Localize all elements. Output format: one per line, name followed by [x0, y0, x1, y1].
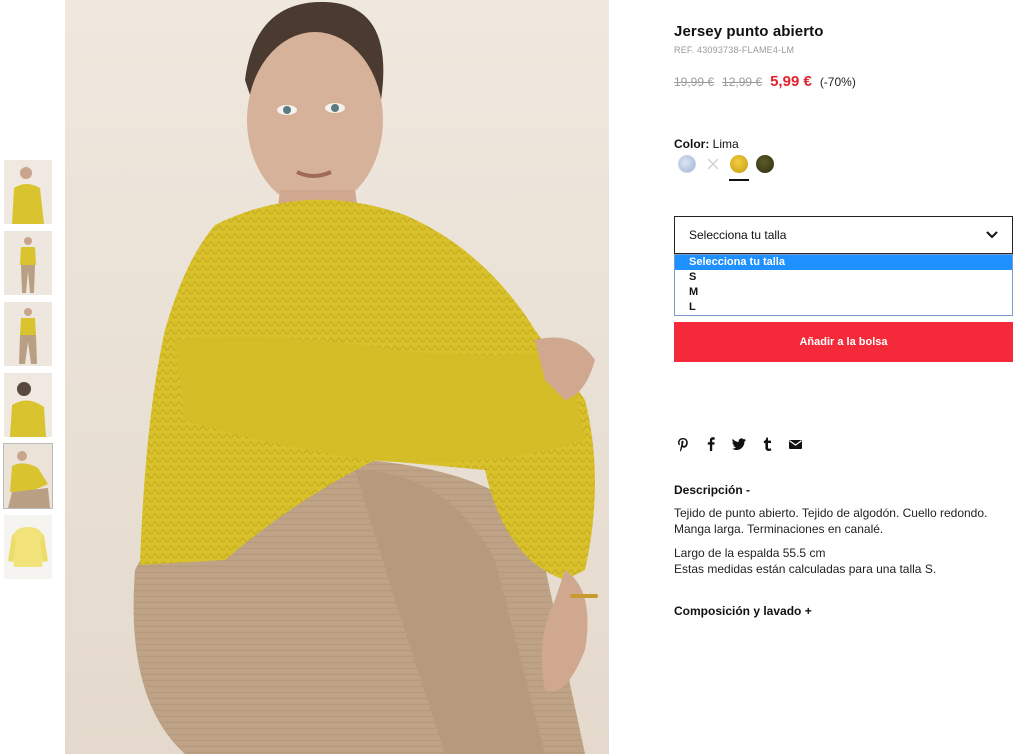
original-price: 19,99 €	[674, 75, 715, 89]
tumblr-icon[interactable]	[760, 436, 774, 452]
thumbnail-gallery	[3, 160, 53, 586]
composition-heading[interactable]: Composición y lavado +	[674, 604, 812, 618]
size-option-s[interactable]: S	[675, 270, 1012, 285]
color-label-title: Color:	[674, 137, 710, 151]
swatch-olive[interactable]	[756, 155, 774, 173]
description-paragraph-1: Tejido de punto abierto. Tejido de algod…	[674, 506, 1014, 537]
size-option-m[interactable]: M	[675, 285, 1012, 300]
price-block: 19,99 € 12,99 € 5,99 € (-70%)	[674, 73, 856, 90]
email-icon[interactable]	[788, 436, 802, 452]
description-line: Manga larga. Terminaciones en canalé.	[674, 521, 884, 536]
pinterest-icon[interactable]	[676, 436, 690, 452]
thumbnail-5[interactable]	[3, 443, 53, 509]
size-select[interactable]: Selecciona tu talla	[674, 216, 1013, 254]
size-dropdown-list: Selecciona tu talla S M L	[674, 254, 1013, 316]
color-value: Lima	[712, 137, 739, 151]
color-label: Color: Lima	[674, 137, 739, 151]
description-line: Estas medidas están calculadas para una …	[674, 561, 937, 576]
thumbnail-2[interactable]	[4, 231, 52, 295]
product-title: Jersey punto abierto	[674, 23, 824, 40]
discount-badge: (-70%)	[819, 75, 856, 89]
swatch-light-blue[interactable]	[678, 155, 696, 173]
chevron-down-icon	[986, 231, 998, 239]
swatch-yellow-lima[interactable]	[729, 155, 749, 181]
description-heading[interactable]: Descripción -	[674, 483, 750, 497]
facebook-icon[interactable]	[704, 436, 718, 452]
social-share	[676, 436, 802, 452]
thumbnail-4[interactable]	[4, 373, 52, 437]
sale-price: 5,99 €	[770, 73, 812, 90]
product-main-image[interactable]	[65, 0, 609, 754]
product-reference: REF. 43093738-FLAME4-LM	[674, 45, 795, 55]
size-select-value: Selecciona tu talla	[689, 228, 787, 242]
previous-price: 12,99 €	[722, 75, 763, 89]
thumbnail-6[interactable]	[4, 515, 52, 579]
size-option-l[interactable]: L	[675, 300, 1012, 315]
unavailable-cross-icon	[707, 158, 719, 170]
swatch-white-unavailable[interactable]	[704, 155, 722, 173]
description-paragraph-2: Largo de la espalda 55.5 cm Estas medida…	[674, 546, 1014, 577]
description-line: Tejido de punto abierto. Tejido de algod…	[674, 506, 988, 520]
add-to-bag-button[interactable]: Añadir a la bolsa	[674, 322, 1013, 362]
twitter-icon[interactable]	[732, 436, 746, 452]
description-line: Largo de la espalda 55.5 cm	[674, 546, 826, 560]
thumbnail-1[interactable]	[4, 160, 52, 224]
size-option-placeholder[interactable]: Selecciona tu talla	[675, 255, 1012, 270]
thumbnail-3[interactable]	[4, 302, 52, 366]
color-swatches	[678, 155, 774, 181]
